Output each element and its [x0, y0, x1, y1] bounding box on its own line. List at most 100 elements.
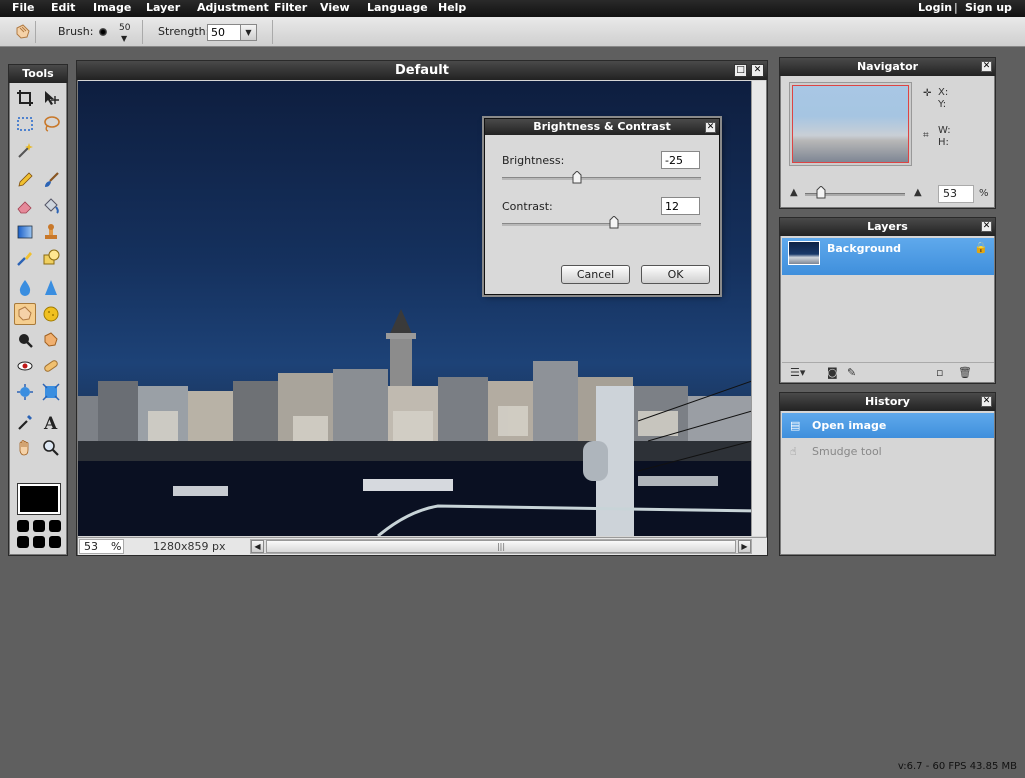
strength-label: Strength: — [158, 25, 210, 38]
selection-size-icon: ⌗ — [923, 130, 929, 141]
shape-tool-icon[interactable] — [40, 247, 62, 269]
menu-bar: File Edit Image Layer Adjustment Filter … — [0, 0, 1025, 17]
color-replace-tool-icon[interactable] — [14, 247, 36, 269]
menu-view[interactable]: View — [320, 1, 350, 14]
navigator-panel: Navigator ✕ ✛ X: Y: ⌗ W: H: ▲ ▲ 53 % — [779, 57, 996, 209]
document-title-bar[interactable]: Default □ ✕ — [77, 61, 767, 80]
sharpen-tool-icon[interactable] — [40, 277, 62, 299]
red-eye-tool-icon[interactable] — [14, 355, 36, 377]
strength-dropdown-icon[interactable]: ▼ — [240, 24, 257, 41]
lasso-tool-icon[interactable] — [40, 113, 62, 135]
brush-preview-icon[interactable] — [99, 28, 107, 36]
tool-mini-button-3[interactable] — [49, 520, 61, 532]
cancel-button[interactable]: Cancel — [561, 265, 630, 284]
tool-mini-button-1[interactable] — [17, 520, 29, 532]
close-icon[interactable]: ✕ — [981, 396, 992, 407]
options-bar: Brush: 50 ▼ Strength: ▼ — [0, 17, 1025, 47]
noise-tool-icon[interactable] — [40, 381, 62, 403]
contrast-slider-thumb[interactable] — [609, 216, 619, 229]
menu-filter[interactable]: Filter — [274, 1, 307, 14]
history-title-bar: History ✕ — [780, 393, 995, 411]
ok-button[interactable]: OK — [641, 265, 710, 284]
brush-dropdown-icon[interactable]: ▼ — [121, 34, 127, 43]
hand-tool-icon[interactable] — [14, 437, 36, 459]
sponge-tool-icon[interactable] — [40, 303, 62, 325]
brush-size: 50 — [119, 23, 131, 33]
zoom-value: 53 — [84, 540, 98, 553]
smudge-icon: ☝ — [790, 445, 797, 458]
close-icon[interactable]: ✕ — [981, 221, 992, 232]
options-divider-2 — [272, 20, 273, 44]
menu-adjustment[interactable]: Adjustment — [197, 1, 269, 14]
brightness-input[interactable] — [661, 151, 700, 169]
contrast-input[interactable] — [661, 197, 700, 215]
layer-style-icon[interactable]: ✎ — [847, 366, 856, 379]
layers-title-bar: Layers ✕ — [780, 218, 995, 236]
navigator-zoom-thumb[interactable] — [816, 186, 826, 199]
scroll-left-icon[interactable]: ◀ — [251, 540, 264, 553]
zoom-tool-icon[interactable] — [40, 437, 62, 459]
navigator-zoom-input[interactable]: 53 — [938, 185, 974, 203]
gradient-tool-icon[interactable] — [14, 221, 36, 243]
login-link[interactable]: Login — [918, 1, 952, 14]
layer-settings-icon[interactable]: ☰▾ — [790, 366, 805, 379]
lock-icon[interactable]: 🔒 — [974, 241, 988, 254]
crop-tool-icon[interactable] — [14, 87, 36, 109]
scroll-right-icon[interactable]: ▶ — [738, 540, 751, 553]
smudge-tool-icon[interactable] — [14, 303, 36, 325]
menu-edit[interactable]: Edit — [51, 1, 75, 14]
blur-tool-icon[interactable] — [14, 277, 36, 299]
y-label: Y: — [938, 99, 947, 110]
brightness-slider-thumb[interactable] — [572, 171, 582, 184]
foreground-color-swatch[interactable] — [18, 484, 60, 514]
image-dimensions: 1280x859 px — [153, 540, 226, 553]
dialog-title-bar[interactable]: Brightness & Contrast ✕ — [485, 119, 719, 135]
scroll-thumb[interactable]: ||| — [266, 540, 736, 553]
tool-mini-button-5[interactable] — [33, 536, 45, 548]
navigator-zoom-unit: % — [979, 188, 989, 199]
dodge-burn-tool-icon[interactable] — [14, 329, 36, 351]
close-icon[interactable]: ✕ — [751, 64, 764, 77]
brush-tool-icon[interactable] — [40, 169, 62, 191]
menu-image[interactable]: Image — [93, 1, 131, 14]
auth-separator: | — [954, 1, 958, 14]
clone-stamp-tool-icon[interactable] — [40, 221, 62, 243]
layer-mask-icon[interactable]: ◙ — [827, 366, 838, 379]
zoom-in-icon[interactable]: ▲ — [914, 187, 922, 198]
paint-bucket-tool-icon[interactable] — [40, 195, 62, 217]
spot-heal-tool-icon[interactable] — [40, 355, 62, 377]
zoom-out-icon[interactable]: ▲ — [790, 187, 798, 198]
new-layer-icon[interactable]: ▫ — [936, 366, 943, 379]
magic-wand-tool-icon[interactable] — [14, 139, 36, 161]
pinch-tool-icon[interactable] — [14, 381, 36, 403]
menu-layer[interactable]: Layer — [146, 1, 180, 14]
menu-language[interactable]: Language — [367, 1, 428, 14]
history-item-smudge-tool[interactable]: ☝ Smudge tool — [782, 439, 994, 464]
navigator-viewport[interactable] — [792, 85, 909, 163]
history-item-open-image[interactable]: ▤ Open image — [782, 413, 994, 438]
marquee-tool-icon[interactable] — [14, 113, 36, 135]
layer-row[interactable]: Background 🔒 — [782, 238, 994, 275]
menu-help[interactable]: Help — [438, 1, 466, 14]
close-icon[interactable]: ✕ — [705, 122, 716, 133]
menu-file[interactable]: File — [12, 1, 35, 14]
contrast-slider[interactable] — [502, 223, 701, 226]
brightness-slider[interactable] — [502, 177, 701, 180]
horizontal-scrollbar[interactable]: ◀ ||| ▶ — [250, 539, 752, 554]
vertical-scrollbar[interactable] — [751, 81, 766, 536]
color-picker-tool-icon[interactable] — [14, 411, 36, 433]
navigator-thumbnail[interactable] — [789, 82, 912, 166]
signup-link[interactable]: Sign up — [965, 1, 1012, 14]
pencil-tool-icon[interactable] — [14, 169, 36, 191]
maximize-icon[interactable]: □ — [734, 64, 747, 77]
move-tool-icon[interactable] — [40, 87, 62, 109]
close-icon[interactable]: ✕ — [981, 61, 992, 72]
delete-layer-icon[interactable]: 🗑 — [958, 366, 972, 379]
tool-mini-button-4[interactable] — [17, 536, 29, 548]
tool-mini-button-6[interactable] — [49, 536, 61, 548]
text-tool-icon[interactable]: A — [40, 411, 62, 433]
tool-mini-button-2[interactable] — [33, 520, 45, 532]
svg-text:A: A — [43, 414, 58, 431]
bloat-tool-icon[interactable] — [40, 329, 62, 351]
eraser-tool-icon[interactable] — [14, 195, 36, 217]
